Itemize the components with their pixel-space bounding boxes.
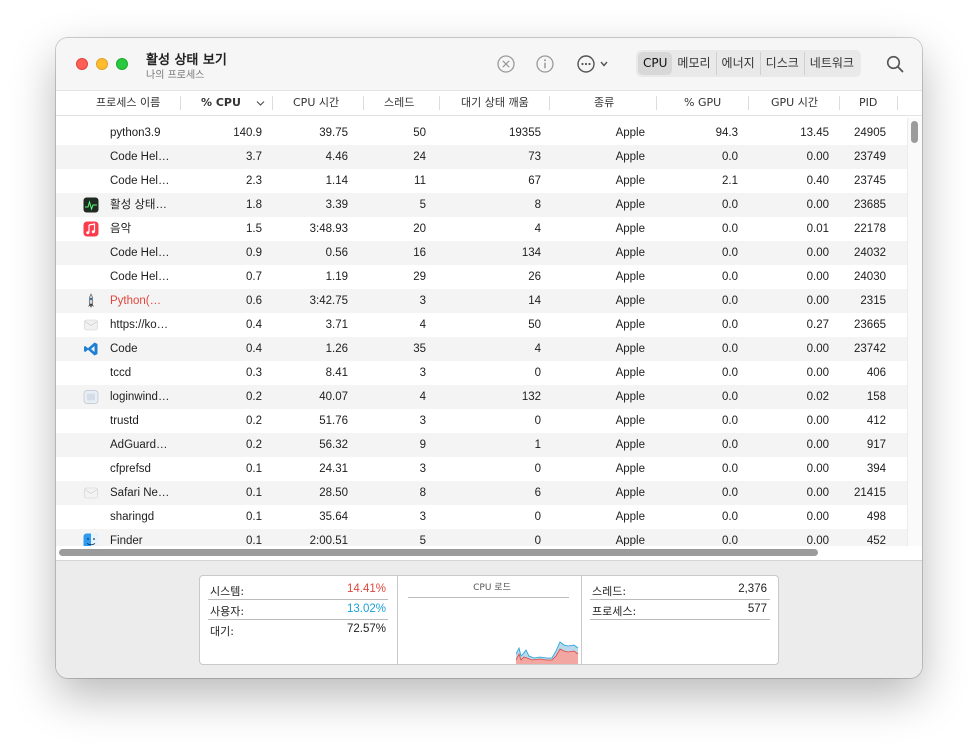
cell-pid: 23742 [854,343,886,355]
info-icon[interactable] [535,54,555,74]
cell-pid: 23685 [854,199,886,211]
view-tabs: CPU 메모리 에너지 디스크 네트워크 [636,50,861,77]
chevron-down-icon [600,61,608,67]
table-row[interactable]: Code Hel… 3.7 4.46 24 73 Apple 0.0 0.00 23749 [56,145,907,169]
cell-pid: 158 [866,391,886,403]
cell-pid: 24032 [854,247,886,259]
table-row[interactable]: Code Hel… 0.7 1.19 29 26 Apple 0.0 0.00 24030 [56,265,907,289]
title-bar: 활성 상태 보기 나의 프로세스 CPU 메모리 에너지 디스크 네트워크 [56,38,922,90]
column-header-pid[interactable]: PID [859,91,877,115]
idle-label: 대기: [210,625,234,638]
column-header-threads[interactable]: 스레드 [384,91,414,115]
cell-pid: 452 [866,535,886,546]
idle-value: 72.57% [346,623,386,635]
vertical-scroll-thumb[interactable] [911,121,918,143]
table-row[interactable]: Code 0.4 1.26 35 4 Apple 0.0 0.00 23742 [56,337,907,361]
table-row[interactable]: loginwind… 0.2 40.07 4 132 Apple 0.0 0.02 158 [56,385,907,409]
zoom-window-button[interactable] [116,58,128,70]
table-row[interactable]: trustd 0.2 51.76 3 0 Apple 0.0 0.00 412 [56,409,907,433]
table-row[interactable]: tccd 0.3 8.41 3 0 Apple 0.0 0.00 406 [56,361,907,385]
tab-energy[interactable]: 에너지 [717,52,761,75]
window-subtitle: 나의 프로세스 [146,70,205,81]
cell-pid: 24030 [854,271,886,283]
column-header-cpu[interactable]: % CPU [201,91,241,115]
column-header-kind[interactable]: 종류 [594,91,614,115]
table-row[interactable]: AdGuard… 0.2 56.32 9 1 Apple 0.0 0.00 917 [56,433,907,457]
column-header-idle-wakeups[interactable]: 대기 상태 깨움 [461,91,529,115]
column-header-process-name[interactable]: 프로세스 이름 [96,91,160,115]
system-value: 14.41% [346,583,386,595]
table-row[interactable]: https://ko… 0.4 3.71 4 50 Apple 0.0 0.27 23665 [56,313,907,337]
system-label: 시스템: [210,585,245,598]
cell-pid: 21415 [854,487,886,499]
minimize-window-button[interactable] [96,58,108,70]
processes-label: 프로세스: [592,605,637,618]
cell-pid: 498 [866,511,886,523]
cell-pid: 23665 [854,319,886,331]
close-window-button[interactable] [76,58,88,70]
cell-pid: 412 [866,415,886,427]
table-row[interactable]: Code Hel… 2.3 1.14 11 67 Apple 2.1 0.40 23745 [56,169,907,193]
cpu-load-title: CPU 로드 [473,583,511,593]
table-row[interactable]: Code Hel… 0.9 0.56 16 134 Apple 0.0 0.00 24032 [56,241,907,265]
summary-panel: 시스템: 14.41% 사용자: 13.02% 대기: 72.57% CPU 로… [56,560,922,678]
processes-value: 577 [747,603,767,615]
stop-process-icon[interactable] [496,54,516,74]
table-row[interactable]: 음악 1.5 3:48.93 20 4 Apple 0.0 0.01 22178 [56,217,907,241]
cell-pid: 394 [866,463,886,475]
column-header-gpu[interactable]: % GPU [684,91,721,115]
cell-pid: 24905 [854,127,886,139]
column-header-gpu-time[interactable]: GPU 시간 [771,91,818,115]
cell-pid: 917 [866,439,886,451]
more-actions-button[interactable] [575,52,615,76]
table-row[interactable]: Safari Ne… 0.1 28.50 8 6 Apple 0.0 0.00 21415 [56,481,907,505]
threads-label: 스레드: [592,585,627,598]
tab-memory[interactable]: 메모리 [672,52,717,75]
tab-disk[interactable]: 디스크 [761,52,805,75]
sort-descending-icon [256,101,265,106]
user-value: 13.02% [346,603,386,615]
user-label: 사용자: [210,605,245,618]
table-row[interactable]: Python(… 0.6 3:42.75 3 14 Apple 0.0 0.00 2315 [56,289,907,313]
cpu-stats-box: 시스템: 14.41% 사용자: 13.02% 대기: 72.57% CPU 로… [199,575,779,665]
cell-pid: 406 [866,367,886,379]
cell-pid: 23745 [854,175,886,187]
table-row[interactable]: 활성 상태… 1.8 3.39 5 8 Apple 0.0 0.00 23685 [56,193,907,217]
threads-value: 2,376 [738,583,767,595]
activity-monitor-window: 활성 상태 보기 나의 프로세스 CPU 메모리 에너지 디스크 네트워크 프로… [56,38,922,678]
table-header: 프로세스 이름 % CPU CPU 시간 스레드 대기 상태 깨움 종류 % G… [56,90,922,116]
horizontal-scroll-thumb[interactable] [59,549,818,556]
cpu-load-graph [516,641,579,664]
cell-pid: 23749 [854,151,886,163]
cell-pid: 2315 [860,295,886,307]
search-icon[interactable] [886,55,904,73]
cell-pid: 22178 [854,223,886,235]
table-row[interactable]: cfprefsd 0.1 24.31 3 0 Apple 0.0 0.00 394 [56,457,907,481]
tab-network[interactable]: 네트워크 [805,52,859,75]
table-row[interactable]: python3.9 140.9 39.75 50 19355 Apple 94.3 13.45… [56,121,907,145]
vertical-scrollbar[interactable] [907,118,922,546]
process-table: python3.9 140.9 39.75 50 19355 Apple 94.3 13.45… [56,121,907,546]
table-row[interactable]: Finder 0.1 2:00.51 5 0 Apple 0.0 0.00 452 [56,529,907,546]
table-row[interactable]: sharingd 0.1 35.64 3 0 Apple 0.0 0.00 498 [56,505,907,529]
column-header-cpu-time[interactable]: CPU 시간 [293,91,339,115]
tab-cpu[interactable]: CPU [638,52,673,75]
